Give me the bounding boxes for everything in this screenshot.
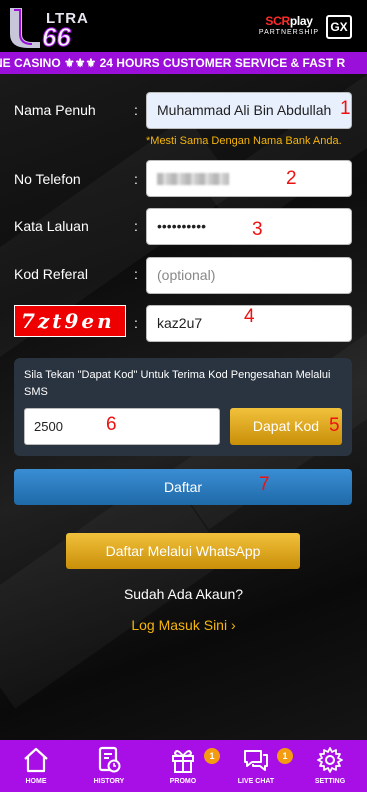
phone-colon: : [134,171,138,187]
announcement-marquee: NE CASINO ⚜⚜⚜ 24 HOURS CUSTOMER SERVICE … [0,52,367,74]
live-chat-badge: 1 [277,748,293,764]
annotation-1: 1 [340,98,351,119]
referral-input[interactable]: (optional) [146,257,352,294]
svg-text:66: 66 [42,22,71,48]
ultra66-logo[interactable]: LTRA 66 [6,4,114,53]
sms-code-input[interactable]: 2500 [24,408,220,445]
bank-name-note: *Mesti Sama Dengan Nama Bank Anda. [146,135,342,147]
full-name-label: Nama Penuh [14,102,96,118]
password-colon: : [134,218,138,234]
promo-badge: 1 [204,748,220,764]
tab-home[interactable]: HOME [0,740,72,792]
gift-icon [172,750,194,773]
phone-number-redacted [157,173,229,186]
have-account-text: Sudah Ada Akaun? [123,586,244,602]
get-code-button[interactable]: Dapat Kod [230,408,342,445]
bottom-tab-bar: HOME HISTORY PROMO 1 LIVE CHAT 1 SETTING [0,740,367,792]
partner-brand-b: play [289,14,313,28]
tab-setting-label: SETTING [314,778,346,785]
password-label: Kata Laluan [14,218,89,234]
annotation-7: 7 [259,474,270,495]
annotation-2: 2 [286,168,297,189]
partnership-logo: SCRplay PARTNERSHIP [256,14,322,44]
phone-input[interactable] [146,160,352,197]
gx-logo: GX [326,15,352,39]
tab-history[interactable]: HISTORY [73,740,145,792]
partnership-label: PARTNERSHIP [258,29,320,36]
tab-home-label: HOME [25,778,47,785]
tab-history-label: HISTORY [93,778,125,785]
login-link-label: Log Masuk Sini [131,617,228,633]
full-name-input[interactable]: Muhammad Ali Bin Abdullah [146,92,352,129]
login-link[interactable]: Log Masuk Sini › [0,617,367,633]
sms-instruction: Sila Tekan "Dapat Kod" Untuk Terima Kod … [24,369,331,398]
marquee-text: NE CASINO ⚜⚜⚜ 24 HOURS CUSTOMER SERVICE … [0,56,346,70]
partner-brand-a: SCR [265,14,290,28]
history-icon [98,746,121,773]
captcha-image: 7zt9en [14,305,126,337]
tab-live-chat-label: LIVE CHAT [237,778,275,785]
referral-colon: : [134,266,138,282]
phone-label: No Telefon [14,171,81,187]
referral-label: Kod Referal [14,266,88,282]
chevron-right-icon: › [230,617,236,633]
whatsapp-register-button[interactable]: Daftar Melalui WhatsApp [66,533,300,569]
register-button[interactable]: Daftar [14,469,352,505]
logo-graphic: LTRA 66 [10,8,88,53]
chat-icon [244,750,268,771]
annotation-3: 3 [252,219,263,240]
captcha-colon: : [134,315,138,331]
annotation-5: 5 [329,415,340,436]
annotation-6: 6 [106,414,117,435]
annotation-4: 4 [244,306,255,327]
password-input[interactable]: •••••••••• [146,208,352,245]
sms-verification-box: Sila Tekan "Dapat Kod" Untuk Terima Kod … [14,358,352,456]
full-name-colon: : [134,102,138,118]
tab-promo-label: PROMO [169,778,197,785]
home-icon [24,747,48,773]
header: LTRA 66 SCRplay PARTNERSHIP GX [0,0,367,53]
tab-setting[interactable]: SETTING [294,740,366,792]
gear-icon [317,747,343,773]
